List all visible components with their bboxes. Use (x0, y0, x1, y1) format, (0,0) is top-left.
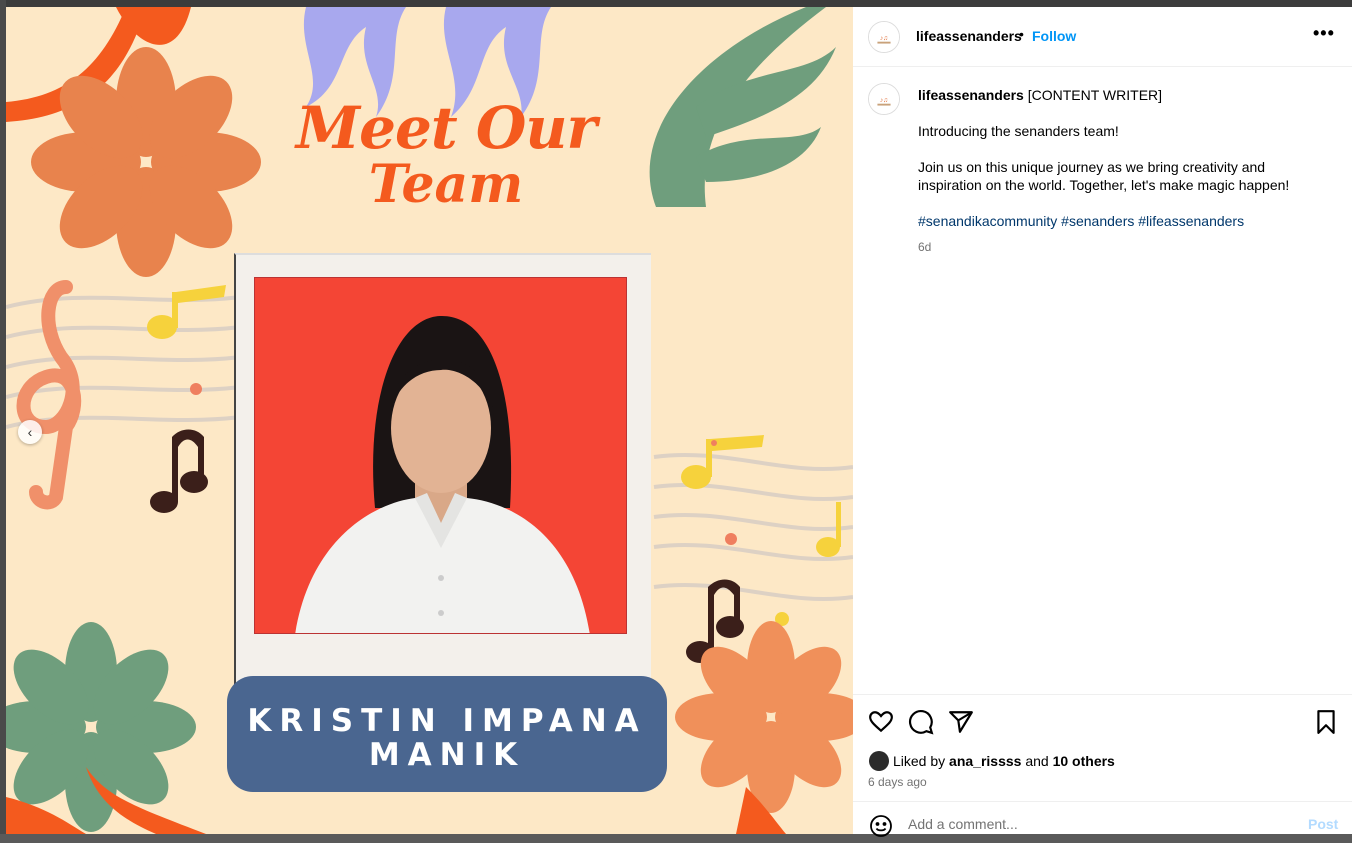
post-age: 6 days ago (868, 775, 927, 789)
post-comment-button[interactable]: Post (1308, 816, 1338, 832)
emoji-icon[interactable] (869, 814, 893, 838)
member-portrait (254, 277, 627, 634)
svg-text:♪♫: ♪♫ (880, 35, 888, 42)
liker-username[interactable]: ana_rissss (949, 753, 1021, 769)
header-separator: • (1019, 26, 1024, 42)
caption-avatar[interactable]: ♪♫ (868, 83, 900, 115)
caption-line-2: Join us on this unique journey as we bri… (918, 159, 1290, 193)
instagram-post-modal: Meet Our Team KRISTIN IMPANA MANIK ‹ ♪♫ … (0, 0, 1352, 837)
likes-others[interactable]: 10 others (1053, 753, 1115, 769)
post-image[interactable]: Meet Our Team KRISTIN IMPANA MANIK ‹ (6, 7, 853, 834)
heart-icon[interactable] (868, 709, 894, 735)
svg-text:♪♫: ♪♫ (880, 97, 888, 104)
photo-frame (234, 253, 651, 693)
profile-avatar[interactable]: ♪♫ (868, 21, 900, 53)
likes-prefix: Liked by (893, 753, 946, 769)
comment-input[interactable] (908, 816, 1288, 832)
likes-summary: Liked by ana_rissss and 10 others (869, 751, 1115, 771)
caption-hashtags[interactable]: #senandikacommunity #senanders #lifeasse… (918, 212, 1318, 230)
chevron-left-icon[interactable]: ‹ (18, 420, 42, 444)
likes-and: and (1025, 753, 1049, 769)
header-username[interactable]: lifeassenanders (916, 28, 1022, 44)
caption-line-1: Introducing the senanders team! (918, 123, 1119, 139)
follow-button[interactable]: Follow (1032, 28, 1076, 44)
member-name-line-2: MANIK (368, 737, 526, 773)
liker-avatar[interactable] (869, 751, 889, 771)
caption-text: lifeassenanders [CONTENT WRITER] Introdu… (918, 86, 1318, 256)
background-overlay-top (0, 0, 1352, 7)
comment-bar: Post (853, 801, 1352, 841)
post-side-panel: ♪♫ lifeassenanders • Follow ••• ♪♫ lifea… (853, 7, 1352, 837)
headline-line-1: Meet Our (295, 94, 597, 162)
caption-role: [CONTENT WRITER] (1027, 87, 1163, 103)
post-header: ♪♫ lifeassenanders • Follow ••• (853, 7, 1352, 67)
bookmark-icon[interactable] (1313, 709, 1339, 735)
caption-username[interactable]: lifeassenanders (918, 87, 1024, 103)
more-horizontal-icon[interactable]: ••• (1313, 23, 1335, 44)
member-name-line-1: KRISTIN IMPANA (247, 703, 647, 739)
member-nameplate: KRISTIN IMPANA MANIK (227, 676, 667, 792)
send-icon[interactable] (948, 709, 974, 735)
action-bar: Liked by ana_rissss and 10 others 6 days… (853, 694, 1352, 837)
caption-timestamp: 6d (918, 240, 932, 254)
headline-text: Meet Our Team (286, 99, 606, 211)
headline-line-2: Team (368, 154, 524, 215)
comment-icon[interactable] (908, 709, 934, 735)
